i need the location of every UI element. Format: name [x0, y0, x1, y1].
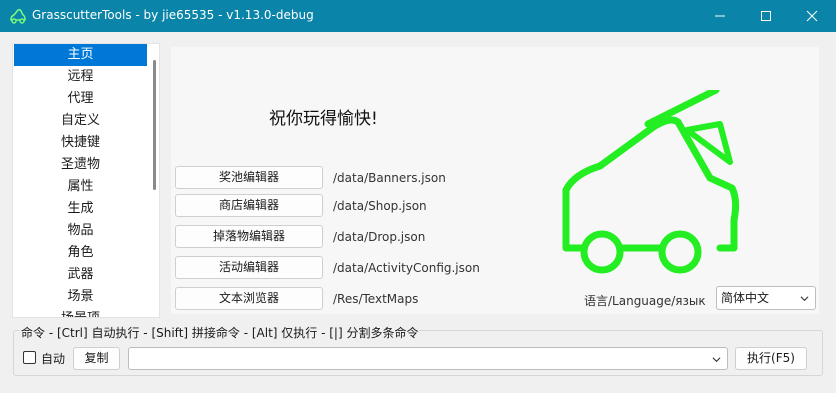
auto-execute-checkbox[interactable]	[23, 351, 36, 364]
sidebar-item-proxy[interactable]: 代理	[14, 88, 147, 110]
sidebar-scrollbar[interactable]	[153, 60, 156, 190]
maximize-icon	[761, 11, 771, 21]
sidebar-item-home[interactable]: 主页	[14, 44, 147, 66]
command-input[interactable]	[128, 347, 728, 370]
minimize-button[interactable]	[697, 0, 743, 32]
close-icon	[806, 10, 818, 22]
minimize-icon	[715, 15, 725, 17]
sidebar-item-characters[interactable]: 角色	[14, 242, 147, 264]
sidebar-nav: 主页 远程 代理 自定义 快捷键 圣遗物 属性 生成 物品 角色 武器 场景 场…	[12, 43, 160, 318]
language-select-value: 简体中文	[721, 291, 770, 305]
execute-button[interactable]: 执行(F5)	[735, 347, 807, 370]
car-logo-icon	[562, 90, 740, 274]
sidebar-item-items[interactable]: 物品	[14, 220, 147, 242]
text-browser-button[interactable]: 文本浏览器	[175, 287, 323, 310]
maximize-button[interactable]	[743, 0, 789, 32]
sidebar-item-scene-entities[interactable]: 场景项	[14, 308, 147, 317]
language-select[interactable]: 简体中文	[716, 286, 816, 310]
activity-editor-button[interactable]: 活动编辑器	[175, 256, 323, 279]
text-browser-path: /Res/TextMaps	[333, 292, 419, 306]
app-logo-icon	[10, 8, 26, 24]
banner-editor-button[interactable]: 奖池编辑器	[175, 166, 323, 189]
sidebar-item-spawn[interactable]: 生成	[14, 198, 147, 220]
title-bar: GrasscutterTools - by jie65535 - v1.13.0…	[0, 0, 836, 32]
window-content: 主页 远程 代理 自定义 快捷键 圣遗物 属性 生成 物品 角色 武器 场景 场…	[0, 32, 836, 393]
drop-editor-button[interactable]: 掉落物编辑器	[175, 225, 323, 248]
banner-editor-path: /data/Banners.json	[333, 171, 446, 185]
command-hint: 命令 - [Ctrl] 自动执行 - [Shift] 拼接命令 - [Alt] …	[20, 324, 420, 341]
sidebar-item-stats[interactable]: 属性	[14, 176, 147, 198]
sidebar-item-scenes[interactable]: 场景	[14, 286, 147, 308]
welcome-message: 祝你玩得愉快!	[269, 109, 378, 129]
sidebar-item-remote[interactable]: 远程	[14, 66, 147, 88]
drop-editor-path: /data/Drop.json	[333, 230, 426, 244]
chevron-down-icon	[800, 296, 809, 302]
shop-editor-button[interactable]: 商店编辑器	[175, 194, 323, 217]
sidebar-item-hotkeys[interactable]: 快捷键	[14, 132, 147, 154]
close-button[interactable]	[789, 0, 835, 32]
sidebar-item-custom[interactable]: 自定义	[14, 110, 147, 132]
sidebar-item-artifacts[interactable]: 圣遗物	[14, 154, 147, 176]
chevron-down-icon[interactable]	[712, 355, 721, 364]
copy-button[interactable]: 复制	[73, 347, 120, 370]
shop-editor-path: /data/Shop.json	[333, 199, 427, 213]
language-label: 语言/Language/язык	[584, 294, 706, 308]
auto-execute-label[interactable]: 自动	[41, 350, 65, 367]
activity-editor-path: /data/ActivityConfig.json	[333, 261, 480, 275]
window-title: GrasscutterTools - by jie65535 - v1.13.0…	[32, 8, 314, 22]
sidebar-item-weapons[interactable]: 武器	[14, 264, 147, 286]
